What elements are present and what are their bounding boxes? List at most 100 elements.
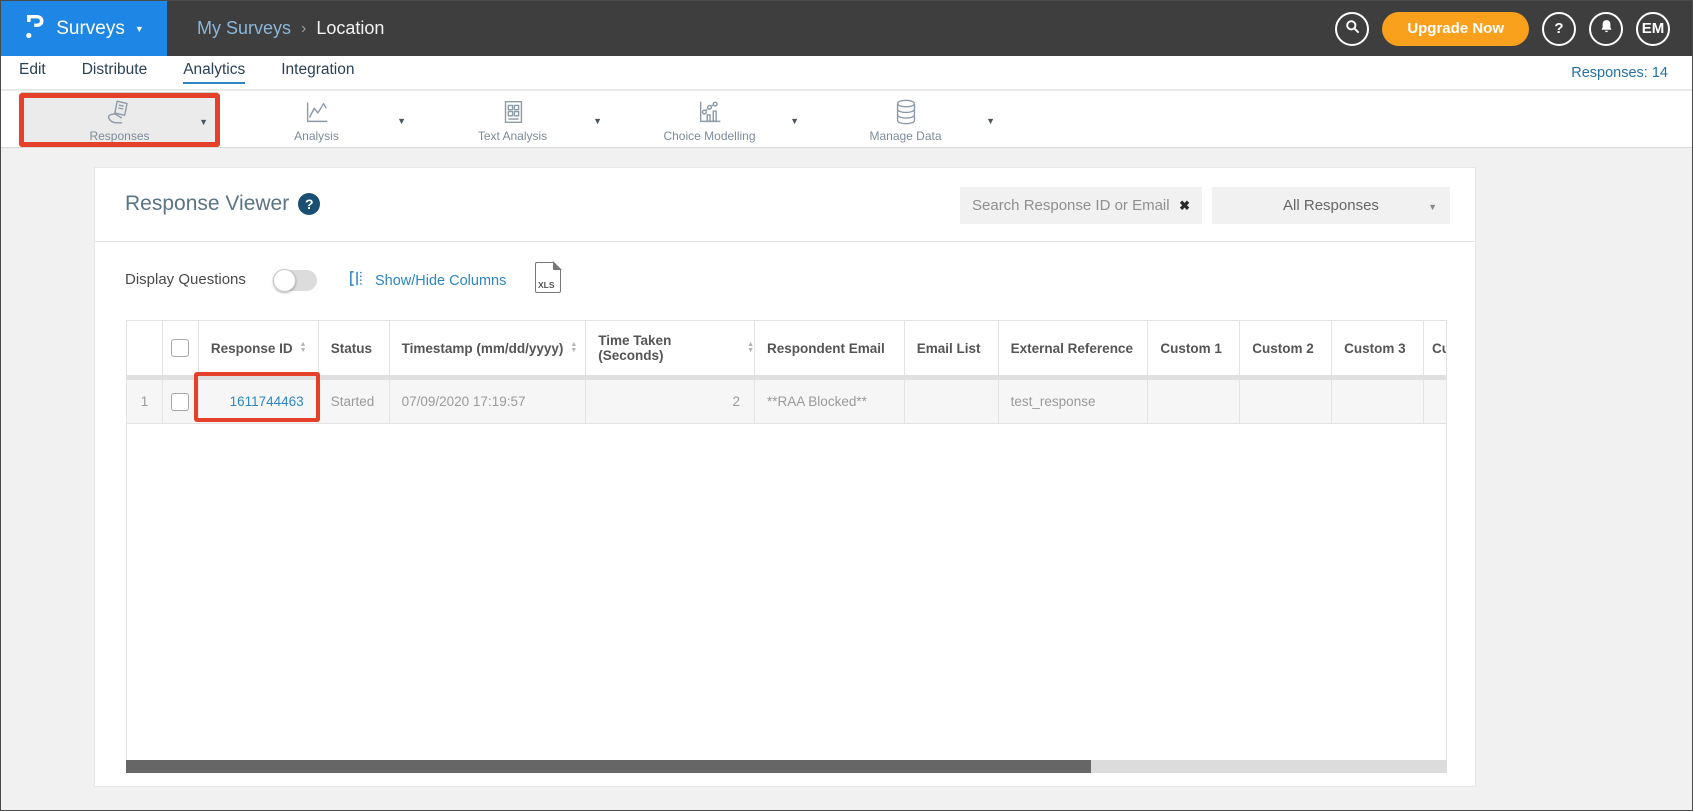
search-button[interactable]	[1335, 12, 1369, 46]
col-time-taken-label: Time Taken (Seconds)	[598, 333, 740, 363]
response-search-box: ✖	[960, 187, 1202, 224]
surveys-menu[interactable]: Surveys ▼	[1, 1, 167, 56]
response-filter-value: All Responses	[1283, 197, 1379, 214]
custom-3-cell	[1332, 380, 1424, 423]
responses-icon	[105, 97, 135, 127]
upgrade-now-button[interactable]: Upgrade Now	[1382, 12, 1529, 46]
toggle-knob	[273, 269, 296, 292]
col-external-reference-label: External Reference	[1011, 341, 1133, 356]
col-timestamp-label: Timestamp (mm/dd/yyyy)	[402, 341, 564, 356]
table-row: 1 1611744463 Started 07/09/2020 17:19:57…	[127, 380, 1446, 424]
toolbar-manage-data[interactable]: Manage Data ▼	[807, 92, 1004, 147]
col-status-label: Status	[331, 341, 372, 356]
breadcrumb-current: Location	[316, 18, 384, 39]
chevron-down-icon[interactable]: ▼	[986, 116, 995, 126]
show-hide-columns-button[interactable]: Show/Hide Columns	[348, 269, 506, 293]
col-respondent-email-label: Respondent Email	[767, 341, 885, 356]
analysis-icon	[302, 97, 332, 127]
breadcrumb-my-surveys[interactable]: My Surveys	[197, 18, 291, 39]
horizontal-scrollbar[interactable]	[126, 760, 1447, 773]
time-taken-cell: 2	[586, 380, 755, 423]
breadcrumb: My Surveys › Location	[197, 18, 384, 39]
help-button[interactable]: ?	[1542, 12, 1576, 46]
tab-edit[interactable]: Edit	[19, 61, 46, 84]
bell-icon	[1598, 18, 1615, 39]
table-header-row: Response ID ▲▼ Status Timestamp (mm/dd/y…	[127, 321, 1446, 375]
email-list-cell	[905, 380, 999, 423]
xls-icon-label: XLS	[538, 280, 555, 290]
avatar-initials: EM	[1642, 20, 1665, 37]
status-cell: Started	[319, 380, 390, 423]
col-email-list: Email List	[905, 321, 999, 375]
col-custom-1: Custom 1	[1148, 321, 1240, 375]
horizontal-scrollbar-thumb[interactable]	[126, 760, 1091, 773]
col-custom-1-label: Custom 1	[1160, 341, 1222, 356]
response-id-cell: 1611744463	[199, 380, 319, 423]
col-rownum	[127, 321, 163, 375]
response-filter-dropdown[interactable]: All Responses ▼	[1212, 187, 1450, 224]
manage-data-icon	[891, 97, 921, 127]
row-checkbox-cell	[163, 380, 199, 423]
col-timestamp[interactable]: Timestamp (mm/dd/yyyy) ▲▼	[390, 321, 587, 375]
display-questions-label: Display Questions	[125, 271, 246, 288]
row-checkbox[interactable]	[171, 393, 189, 411]
top-header-bar: Surveys ▼ My Surveys › Location Upgrade …	[1, 1, 1692, 56]
row-number: 1	[127, 380, 163, 423]
clear-search-icon[interactable]: ✖	[1179, 198, 1190, 214]
col-custom-3: Custom 3	[1332, 321, 1424, 375]
folded-corner-icon	[553, 261, 562, 270]
responses-count: Responses: 14	[1571, 65, 1668, 81]
nav-tabs: Edit Distribute Analytics Integration	[19, 61, 354, 84]
survey-nav: Edit Distribute Analytics Integration Re…	[1, 56, 1692, 90]
chevron-down-icon[interactable]: ▼	[593, 116, 602, 126]
col-response-id[interactable]: Response ID ▲▼	[199, 321, 319, 375]
avatar[interactable]: EM	[1636, 12, 1670, 46]
toolbar-analysis-label: Analysis	[294, 129, 339, 143]
panel-header: Response Viewer ? ✖ All Responses ▼	[95, 168, 1475, 242]
sort-icon[interactable]: ▲▼	[570, 342, 577, 354]
text-analysis-icon	[498, 97, 528, 127]
tab-analytics[interactable]: Analytics	[183, 61, 245, 84]
col-external-reference: External Reference	[999, 321, 1149, 375]
sort-icon[interactable]: ▲▼	[300, 342, 307, 354]
page-title-text: Response Viewer	[125, 192, 289, 216]
topbar-actions: Upgrade Now ? EM	[1335, 12, 1670, 46]
select-all-checkbox[interactable]	[171, 339, 189, 357]
display-questions-toggle[interactable]	[273, 270, 317, 291]
col-custom-2-label: Custom 2	[1252, 341, 1314, 356]
timestamp-cell: 07/09/2020 17:19:57	[390, 380, 587, 423]
notifications-button[interactable]	[1589, 12, 1623, 46]
help-badge-icon[interactable]: ?	[298, 193, 320, 215]
custom-2-cell	[1240, 380, 1332, 423]
sort-icon[interactable]: ▲▼	[747, 342, 754, 354]
chevron-down-icon: ▼	[135, 24, 144, 34]
toolbar-text-analysis[interactable]: Text Analysis ▼	[414, 92, 611, 147]
toolbar-responses-label: Responses	[89, 129, 149, 143]
col-status: Status	[319, 321, 390, 375]
col-time-taken[interactable]: Time Taken (Seconds) ▲▼	[586, 321, 755, 375]
tab-distribute[interactable]: Distribute	[82, 61, 147, 84]
export-xls-button[interactable]: XLS	[535, 262, 561, 293]
external-reference-cell: test_response	[999, 380, 1149, 423]
toolbar-choice-modelling-label: Choice Modelling	[663, 129, 755, 143]
response-id-link[interactable]: 1611744463	[230, 394, 304, 409]
toolbar-responses[interactable]: Responses ▼	[21, 92, 218, 147]
show-hide-columns-label: Show/Hide Columns	[375, 273, 506, 289]
chevron-down-icon[interactable]: ▼	[199, 117, 208, 127]
toolbar-manage-data-label: Manage Data	[869, 129, 941, 143]
toolbar-choice-modelling[interactable]: Choice Modelling ▼	[611, 92, 808, 147]
tab-integration[interactable]: Integration	[281, 61, 354, 84]
analytics-toolbar: Responses ▼ Analysis ▼ T	[1, 90, 1692, 148]
custom-4-cell	[1424, 380, 1446, 423]
search-icon	[1343, 17, 1362, 40]
chevron-down-icon[interactable]: ▼	[790, 116, 799, 126]
col-custom-4-label: Cu	[1432, 341, 1446, 356]
search-input[interactable]	[972, 197, 1173, 214]
columns-icon	[348, 269, 367, 293]
chevron-down-icon[interactable]: ▼	[397, 116, 406, 126]
col-custom-4-clipped: Cu	[1424, 321, 1446, 375]
chevron-down-icon: ▼	[1428, 202, 1437, 212]
col-email-list-label: Email List	[917, 341, 981, 356]
page-title: Response Viewer ?	[125, 192, 320, 216]
toolbar-analysis[interactable]: Analysis ▼	[218, 92, 415, 147]
